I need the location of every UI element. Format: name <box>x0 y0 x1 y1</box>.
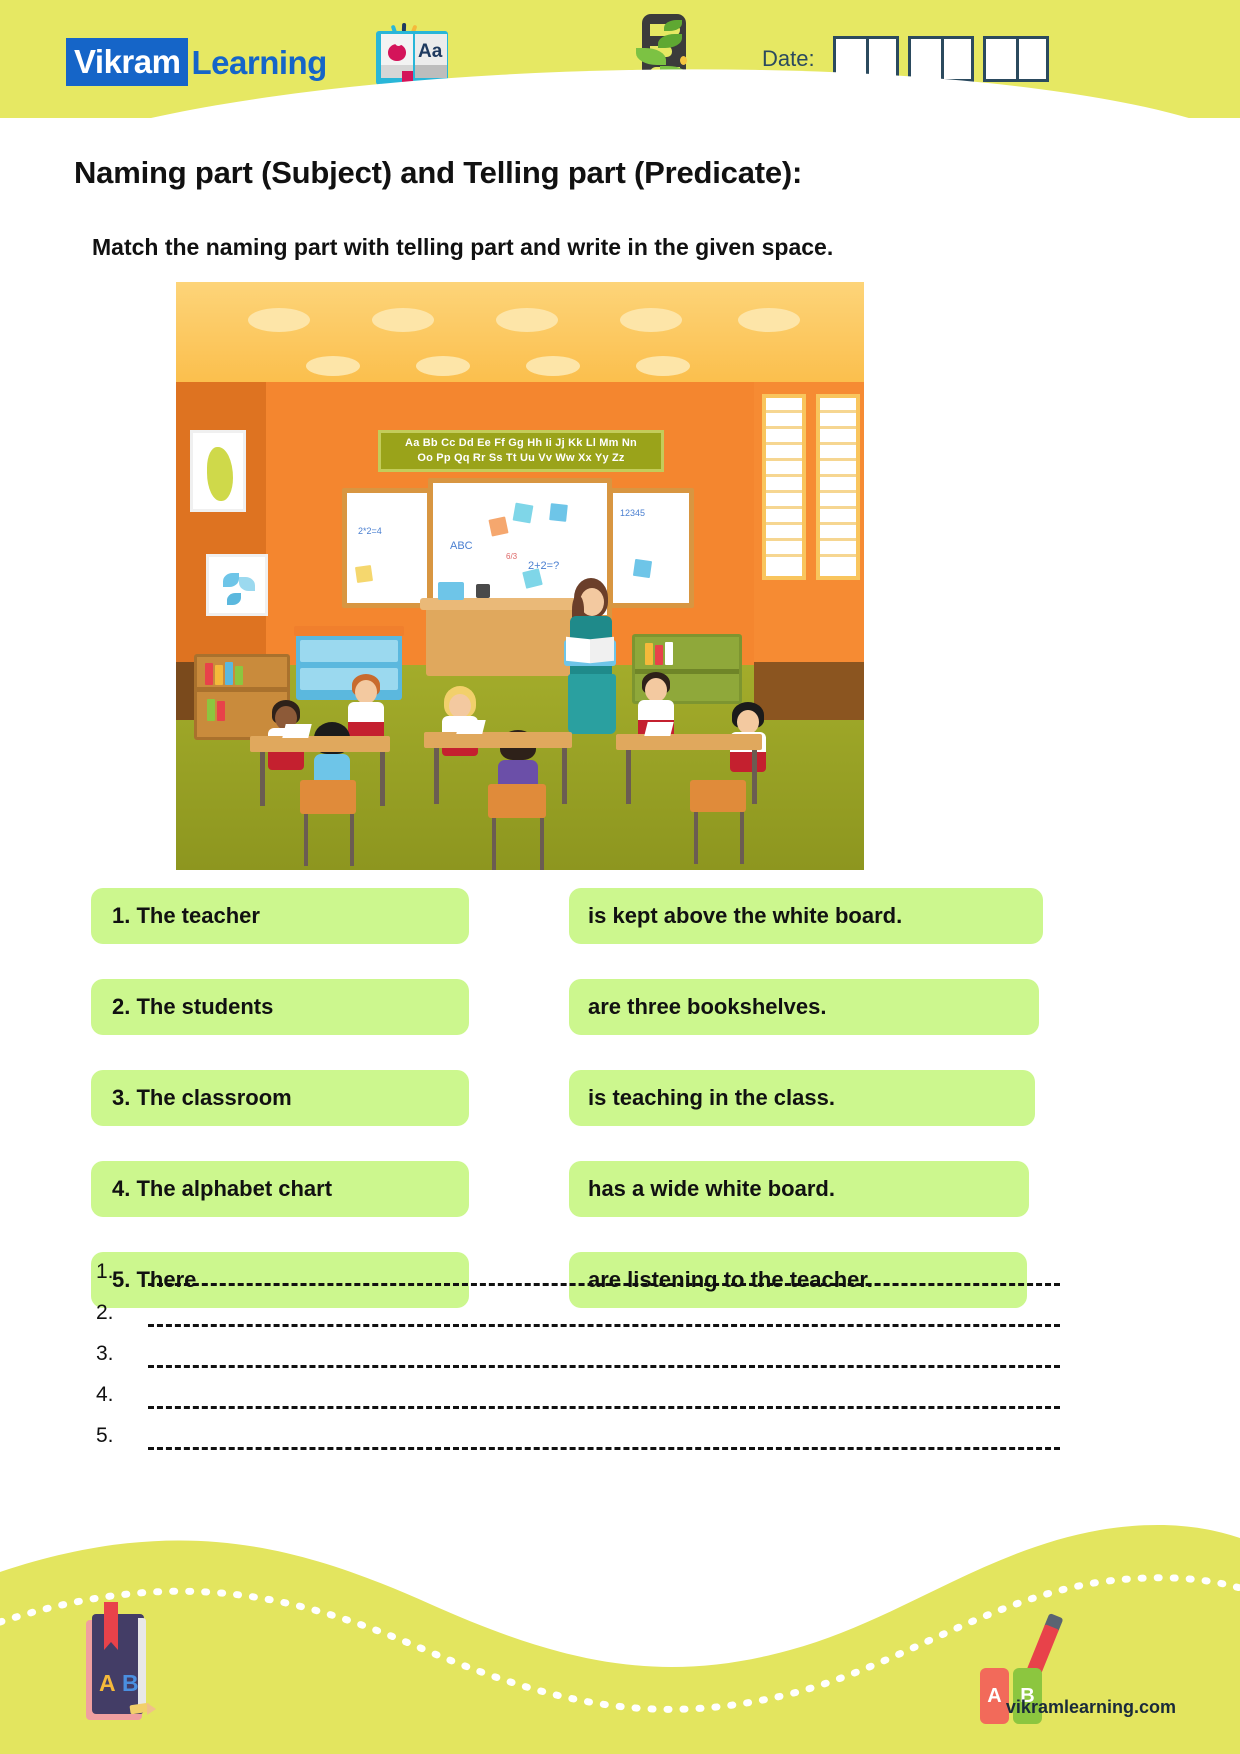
alphabet-line-1: Aa Bb Cc Dd Ee Ff Gg Hh Ii Jj Kk Ll Mm N… <box>405 437 637 450</box>
telling-part-pill[interactable]: are three bookshelves. <box>569 979 1039 1035</box>
answer-number: 3. <box>96 1342 114 1365</box>
chair <box>488 784 546 818</box>
date-cell[interactable] <box>910 39 941 79</box>
date-cell[interactable] <box>940 39 971 79</box>
answer-write-line[interactable] <box>148 1430 1060 1450</box>
footer-book-letter-a: A <box>99 1670 116 1696</box>
paper-sheet <box>456 720 486 734</box>
answer-write-line[interactable] <box>148 1307 1060 1327</box>
board-text: 6/3 <box>506 552 518 561</box>
logo-badge-vikram: Vikram <box>66 38 189 86</box>
answer-write-line[interactable] <box>148 1389 1060 1409</box>
alphabet-chart: Aa Bb Cc Dd Ee Ff Gg Hh Ii Jj Kk Ll Mm N… <box>378 430 664 472</box>
board-text: ABC <box>450 540 473 552</box>
board-text: 2*2=4 <box>358 526 382 536</box>
ceiling-light-icon <box>372 308 434 332</box>
sticky-note <box>354 564 374 584</box>
sticky-note <box>549 503 568 522</box>
ceiling-light-icon <box>620 308 682 332</box>
naming-part-pill[interactable]: 2. The students <box>91 979 469 1035</box>
footer-book-letter-b: B <box>122 1670 139 1696</box>
date-cell[interactable] <box>985 39 1016 79</box>
answer-row: 2. <box>96 1286 1096 1327</box>
chair <box>690 780 746 812</box>
paper-sheet <box>644 722 674 736</box>
pencil-icon <box>129 1698 156 1720</box>
bookmark-ribbon-icon <box>104 1602 118 1650</box>
student-desk <box>250 736 390 752</box>
window-blinds-left <box>762 394 806 580</box>
ceiling-light-icon <box>636 356 690 376</box>
naming-part-pill[interactable]: 3. The classroom <box>91 1070 469 1126</box>
telling-part-pill[interactable]: is kept above the white board. <box>569 888 1043 944</box>
answer-lines-section: 1. 2. 3. 4. 5. <box>96 1245 1096 1450</box>
sticky-note <box>512 502 534 524</box>
match-row: 2. The students are three bookshelves. <box>91 979 1151 1051</box>
instruction-text: Match the naming part with telling part … <box>92 234 834 260</box>
answer-row: 5. <box>96 1409 1096 1450</box>
telling-part-pill[interactable]: has a wide white board. <box>569 1161 1029 1217</box>
answer-row: 4. <box>96 1368 1096 1409</box>
sticky-note <box>632 558 653 579</box>
window-blinds-right <box>816 394 860 580</box>
match-row: 1. The teacher is kept above the white b… <box>91 888 1151 960</box>
student-desk <box>424 732 572 748</box>
logo-word-learning: Learning <box>191 43 327 81</box>
ceiling-light-icon <box>306 356 360 376</box>
wall-poster-plant <box>190 430 246 512</box>
board-text: 12345 <box>620 508 646 518</box>
brand-logo[interactable]: Vikram Learning <box>66 38 327 86</box>
wall-poster-butterfly <box>206 554 268 616</box>
block-letter-a: A <box>980 1668 1009 1724</box>
answer-number: 4. <box>96 1383 114 1406</box>
sticky-note <box>488 516 509 537</box>
alphabet-line-2: Oo Pp Qq Rr Ss Tt Uu Vv Ww Xx Yy Zz <box>417 452 625 464</box>
answer-row: 3. <box>96 1327 1096 1368</box>
answer-write-line[interactable] <box>148 1266 1060 1286</box>
naming-part-pill[interactable]: 4. The alphabet chart <box>91 1161 469 1217</box>
book-letters: Aa <box>418 41 443 62</box>
desk-item-books <box>438 582 464 600</box>
answer-number: 5. <box>96 1424 114 1447</box>
white-board-left: 2*2=4 <box>342 488 432 608</box>
paper-sheet <box>282 724 312 738</box>
chair <box>300 780 356 814</box>
site-url-text[interactable]: vikramlearning.com <box>1006 1697 1176 1718</box>
answer-write-line[interactable] <box>148 1348 1060 1368</box>
match-row: 3. The classroom is teaching in the clas… <box>91 1070 1151 1142</box>
answer-number: 2. <box>96 1301 114 1324</box>
ceiling-light-icon <box>496 308 558 332</box>
date-cell[interactable] <box>1015 39 1046 79</box>
desk-item-box <box>476 584 490 598</box>
telling-part-pill[interactable]: is teaching in the class. <box>569 1070 1035 1126</box>
teacher-figure <box>562 578 618 758</box>
footer-ab-book-icon: A B <box>78 1602 156 1726</box>
answer-number: 1. <box>96 1260 114 1283</box>
ceiling-light-icon <box>248 308 310 332</box>
ceiling <box>176 282 864 382</box>
page-header: Vikram Learning Aa Date: <box>0 0 1240 118</box>
naming-part-pill[interactable]: 1. The teacher <box>91 888 469 944</box>
page-footer: A B A B vikramlearning.com <box>0 1454 1240 1754</box>
date-group-year[interactable] <box>982 36 1049 82</box>
page-title: Naming part (Subject) and Telling part (… <box>74 155 803 190</box>
apple-icon <box>388 39 406 61</box>
bee-icon <box>680 56 687 65</box>
student-desk <box>616 734 762 750</box>
date-group-month[interactable] <box>907 36 974 82</box>
answer-row: 1. <box>96 1245 1096 1286</box>
ceiling-light-icon <box>738 308 800 332</box>
cabinet-top-left <box>294 626 404 636</box>
ceiling-light-icon <box>416 356 470 376</box>
classroom-illustration: Aa Bb Cc Dd Ee Ff Gg Hh Ii Jj Kk Ll Mm N… <box>176 282 864 870</box>
floor-skirting-right <box>754 662 864 720</box>
teacher-desk <box>426 604 578 676</box>
date-label: Date: <box>762 46 815 71</box>
match-row: 4. The alphabet chart has a wide white b… <box>91 1161 1151 1233</box>
white-board-right: 12345 <box>608 488 694 608</box>
ceiling-light-icon <box>526 356 580 376</box>
